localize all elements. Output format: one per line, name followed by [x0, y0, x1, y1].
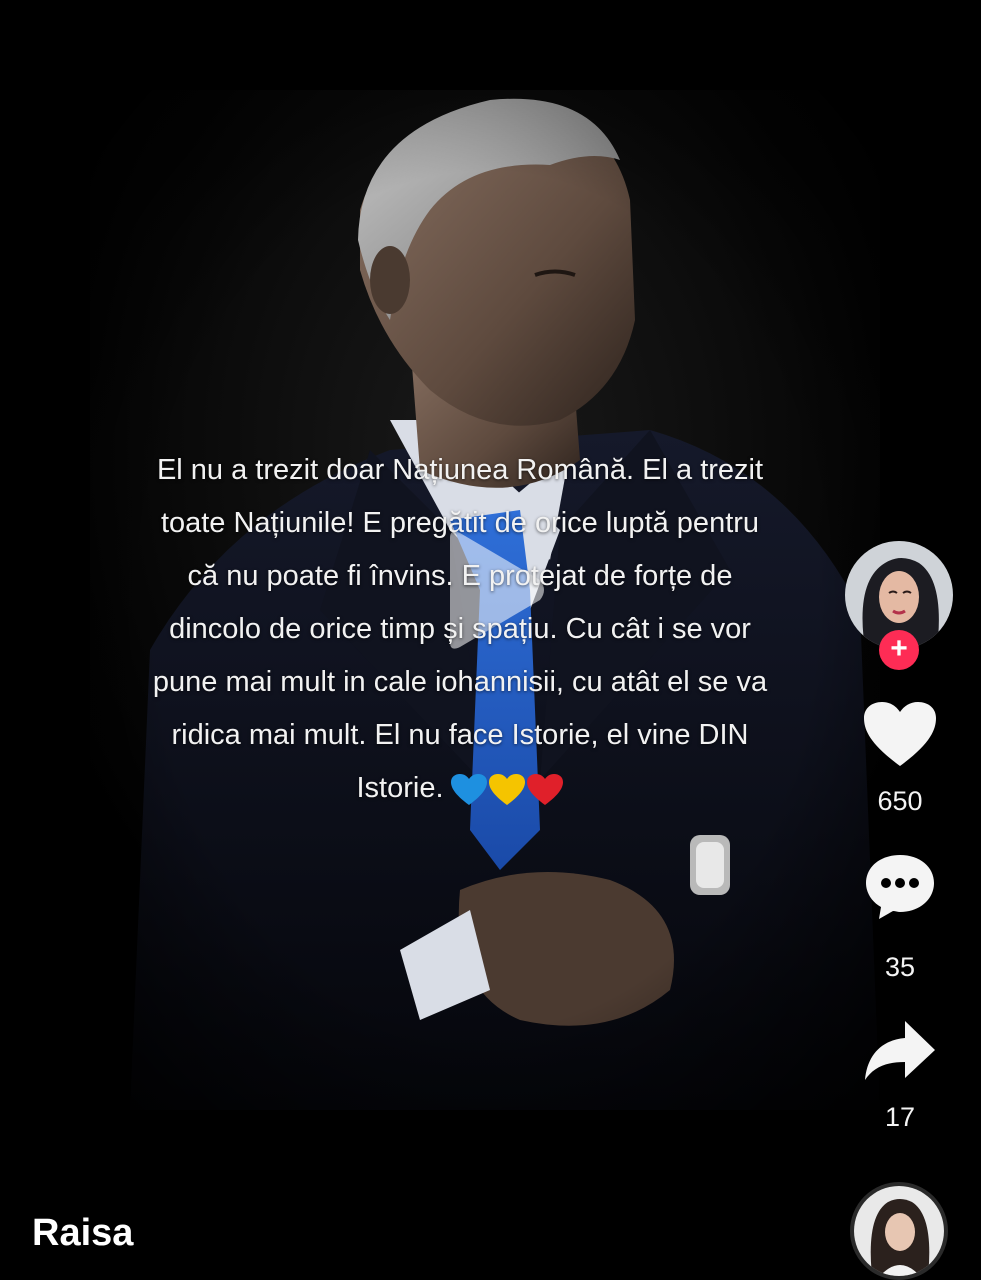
red-heart-icon [526, 774, 563, 806]
caption-line: ridica mai mult. El nu face Istorie, el … [171, 719, 749, 751]
share-button[interactable] [850, 1018, 950, 1087]
music-disc-avatar[interactable] [850, 1182, 948, 1280]
yellow-heart-icon [488, 774, 525, 806]
music-disc-image [854, 1186, 944, 1276]
heart-emojis [450, 763, 564, 816]
video-player[interactable]: El nu a trezit doar Națiunea Română. El … [0, 0, 981, 1280]
like-count: 650 [877, 786, 923, 816]
comment-bubble-icon [866, 855, 934, 919]
follow-plus-button[interactable]: + [879, 630, 919, 670]
heart-icon [864, 702, 936, 766]
caption-line: Istorie. [356, 772, 444, 804]
caption-line: El nu a trezit doar Națiunea Română. El … [156, 454, 764, 486]
comment-button[interactable] [850, 852, 950, 927]
caption-line: că nu poate fi învins. E protejat de for… [187, 560, 733, 592]
share-arrow-icon [865, 1021, 935, 1080]
plus-icon: + [890, 632, 908, 665]
caption-line: dincolo de orice timp și spațiu. Cu cât … [169, 613, 751, 645]
like-button[interactable] [850, 700, 950, 773]
caption-line: pune mai mult in cale iohannisii, cu atâ… [152, 666, 768, 698]
caption-last-line: Istorie. [105, 762, 815, 816]
creator-username[interactable]: Raisa [32, 1212, 133, 1255]
blue-heart-icon [450, 774, 487, 806]
caption-line: toate Națiunile! E pregătit de orice lup… [160, 507, 760, 539]
comment-count: 35 [884, 952, 916, 982]
video-caption: El nu a trezit doar Națiunea Română. El … [105, 444, 815, 816]
share-count: 17 [884, 1102, 916, 1132]
